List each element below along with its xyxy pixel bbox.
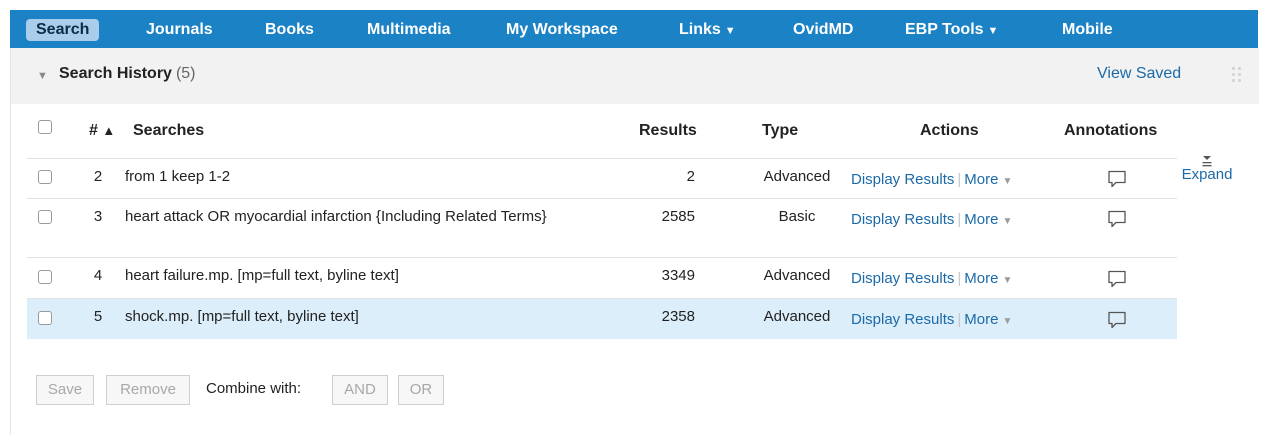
nav-my-workspace-label: My Workspace xyxy=(506,21,618,38)
table-row: 5 shock.mp. [mp=full text, byline text] … xyxy=(27,298,1177,339)
expand-label: Expand xyxy=(1181,166,1233,183)
more-label: More xyxy=(964,211,999,228)
select-all-checkbox[interactable] xyxy=(38,120,52,134)
row-search-text: heart failure.mp. [mp=full text, byline … xyxy=(125,267,399,284)
search-history-title[interactable]: Search History (5) xyxy=(59,65,196,83)
table-row: 3 heart attack OR myocardial infarction … xyxy=(27,198,1177,257)
row-checkbox[interactable] xyxy=(38,210,52,224)
display-results-link[interactable]: Display Results xyxy=(851,211,954,228)
expand-icon xyxy=(1201,154,1213,167)
expand-button[interactable]: Expand xyxy=(1177,154,1237,183)
nav-ebp-tools[interactable]: EBP Tools ▼ xyxy=(905,19,998,41)
more-label: More xyxy=(964,311,999,328)
display-results-link[interactable]: Display Results xyxy=(851,171,954,188)
more-menu[interactable]: More ▼ xyxy=(964,311,1012,328)
chevron-down-icon: ▼ xyxy=(1002,275,1013,286)
row-checkbox[interactable] xyxy=(38,170,52,184)
view-saved-link[interactable]: View Saved xyxy=(1097,65,1181,83)
nav-journals[interactable]: Journals xyxy=(146,19,213,41)
search-history-title-text: Search History xyxy=(59,65,172,82)
row-actions: Display Results | More ▼ xyxy=(851,311,1013,328)
row-type: Basic xyxy=(778,208,816,225)
row-checkbox[interactable] xyxy=(38,311,52,325)
nav-my-workspace[interactable]: My Workspace xyxy=(506,19,618,41)
nav-search-label: Search xyxy=(36,21,90,38)
row-type: Advanced xyxy=(763,267,831,284)
table-row: 2 from 1 keep 1-2 2 Advanced Display Res… xyxy=(27,158,1177,198)
column-number-header[interactable]: # ▲ xyxy=(89,122,115,140)
comment-icon[interactable] xyxy=(1107,170,1127,188)
row-number: 4 xyxy=(93,267,103,284)
row-results: 3349 xyxy=(661,267,695,284)
chevron-down-icon: ▼ xyxy=(1002,316,1013,327)
combine-with-label: Combine with: xyxy=(206,380,302,397)
more-menu[interactable]: More ▼ xyxy=(964,171,1012,188)
row-search-text: shock.mp. [mp=full text, byline text] xyxy=(125,308,359,325)
display-results-link[interactable]: Display Results xyxy=(851,311,954,328)
drag-handle-icon[interactable] xyxy=(1232,67,1242,85)
search-history-header: ▼ Search History (5) View Saved xyxy=(11,48,1259,104)
row-actions: Display Results | More ▼ xyxy=(851,211,1013,228)
nav-journals-label: Journals xyxy=(146,21,213,38)
display-results-link[interactable]: Display Results xyxy=(851,270,954,287)
nav-links[interactable]: Links ▼ xyxy=(679,19,736,41)
row-checkbox[interactable] xyxy=(38,270,52,284)
row-search-text: heart attack OR myocardial infarction {I… xyxy=(125,208,547,225)
search-history-count: (5) xyxy=(175,65,196,82)
row-number: 3 xyxy=(93,208,103,225)
comment-icon[interactable] xyxy=(1107,270,1127,288)
nav-links-label: Links xyxy=(679,21,721,38)
nav-multimedia-label: Multimedia xyxy=(367,21,451,38)
more-label: More xyxy=(964,171,999,188)
search-history-panel: ▼ Search History (5) View Saved # ▲ Searc… xyxy=(10,48,1259,435)
row-type: Advanced xyxy=(763,308,831,325)
column-searches-header: Searches xyxy=(133,122,205,139)
row-actions: Display Results | More ▼ xyxy=(851,171,1013,188)
chevron-down-icon: ▼ xyxy=(1002,216,1013,227)
column-results-header: Results xyxy=(639,122,697,139)
row-actions: Display Results | More ▼ xyxy=(851,270,1013,287)
remove-button[interactable]: Remove xyxy=(106,375,190,405)
nav-books-label: Books xyxy=(265,21,314,38)
save-button[interactable]: Save xyxy=(36,375,94,405)
main-nav: Search Journals Books Multimedia My Work… xyxy=(10,10,1258,48)
column-actions-header: Actions xyxy=(920,122,979,139)
nav-multimedia[interactable]: Multimedia xyxy=(367,19,451,41)
row-results: 2585 xyxy=(661,208,695,225)
nav-ebp-tools-label: EBP Tools xyxy=(905,21,984,38)
table-header: # ▲ Searches Results Type Actions Annota… xyxy=(27,118,1177,158)
comment-icon[interactable] xyxy=(1107,311,1127,329)
table-row: 4 heart failure.mp. [mp=full text, bylin… xyxy=(27,257,1177,298)
nav-books[interactable]: Books xyxy=(265,19,314,41)
nav-search[interactable]: Search xyxy=(26,19,100,41)
column-type-header: Type xyxy=(762,122,799,139)
nav-mobile[interactable]: Mobile xyxy=(1062,19,1113,41)
nav-ovidmd[interactable]: OvidMD xyxy=(793,19,853,41)
chevron-down-icon: ▼ xyxy=(1002,176,1013,187)
row-number: 2 xyxy=(93,168,103,185)
chevron-down-icon: ▼ xyxy=(987,25,999,37)
nav-mobile-label: Mobile xyxy=(1062,21,1113,38)
row-type: Advanced xyxy=(763,168,831,185)
nav-ovidmd-label: OvidMD xyxy=(793,21,854,38)
combine-or-button[interactable]: OR xyxy=(398,375,444,405)
collapse-triangle-icon[interactable]: ▼ xyxy=(37,70,48,82)
comment-icon[interactable] xyxy=(1107,210,1127,228)
more-label: More xyxy=(964,270,999,287)
row-results: 2 xyxy=(686,168,695,185)
sort-ascending-icon: ▲ xyxy=(102,123,116,138)
row-results: 2358 xyxy=(661,308,695,325)
column-number-label: # xyxy=(89,122,98,139)
row-search-text: from 1 keep 1-2 xyxy=(125,168,231,185)
more-menu[interactable]: More ▼ xyxy=(964,211,1012,228)
row-number: 5 xyxy=(93,308,103,325)
combine-and-button[interactable]: AND xyxy=(332,375,388,405)
chevron-down-icon: ▼ xyxy=(724,25,736,37)
more-menu[interactable]: More ▼ xyxy=(964,270,1012,287)
column-annotations-header: Annotations xyxy=(1064,122,1158,139)
